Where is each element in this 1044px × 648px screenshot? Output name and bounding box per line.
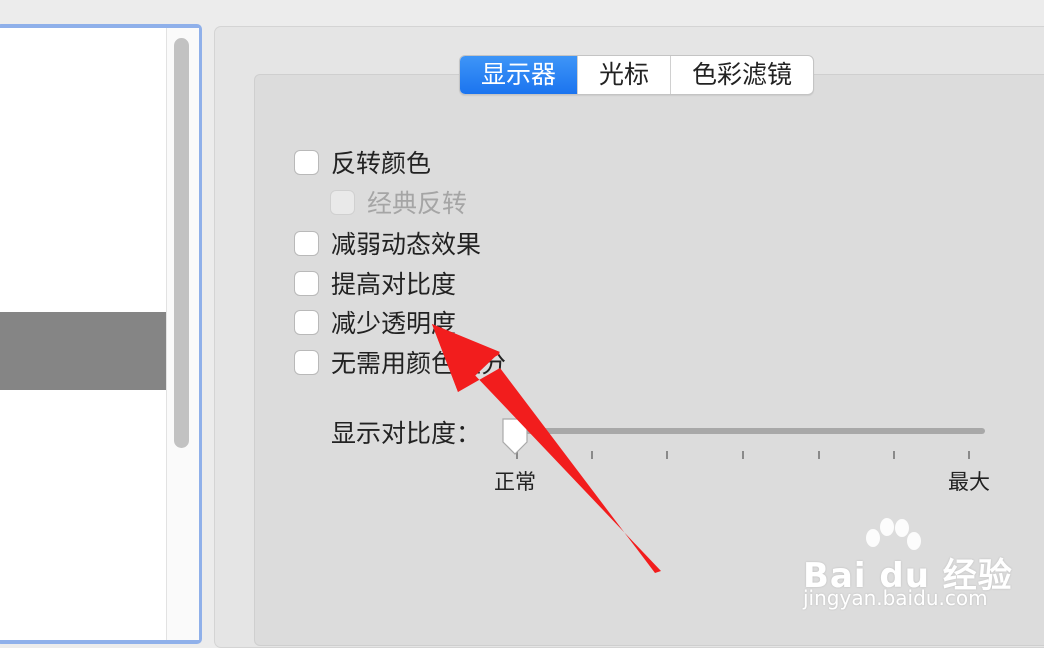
option-reduce-motion[interactable]: 减弱动态效果 [294, 227, 481, 259]
option-invert-colors[interactable]: 反转颜色 [294, 146, 431, 178]
slider-tick [818, 451, 820, 459]
slider-tick [742, 451, 744, 459]
slider-tick [893, 451, 895, 459]
contrast-min-label: 正常 [494, 470, 536, 494]
scrollbar[interactable] [166, 28, 199, 640]
option-reduce-transparency[interactable]: 减少透明度 [294, 306, 456, 338]
slider-tick [968, 451, 970, 459]
contrast-slider-thumb[interactable] [500, 416, 530, 456]
option-label: 经典反转 [367, 189, 468, 218]
selected-category-row[interactable] [0, 312, 166, 390]
option-increase-contrast[interactable]: 提高对比度 [294, 267, 456, 299]
tab-cursor[interactable]: 光标 [577, 56, 670, 94]
category-list-pane [0, 24, 202, 644]
checkbox[interactable] [294, 149, 319, 175]
option-label: 减少透明度 [331, 309, 457, 338]
option-label: 提高对比度 [331, 270, 457, 299]
slider-tick [666, 451, 668, 459]
option-label: 减弱动态效果 [331, 230, 482, 259]
slider-tick [591, 451, 593, 459]
watermark-url: jingyan.baidu.com [803, 586, 988, 610]
checkbox [330, 189, 355, 215]
checkbox[interactable] [294, 270, 319, 296]
checkbox[interactable] [294, 230, 319, 256]
scrollbar-thumb[interactable] [174, 38, 189, 448]
contrast-slider-track[interactable] [511, 428, 985, 434]
option-differentiate-without-color[interactable]: 无需用颜色区分 [294, 346, 506, 378]
option-classic-invert: 经典反转 [330, 186, 467, 218]
contrast-max-label: 最大 [948, 470, 990, 494]
contrast-label: 显示对比度： [331, 419, 482, 448]
checkbox[interactable] [294, 309, 319, 335]
category-list[interactable] [0, 28, 166, 640]
checkbox[interactable] [294, 349, 319, 375]
tab-bar: 显示器 光标 色彩滤镜 [459, 55, 815, 95]
tab-display[interactable]: 显示器 [460, 56, 578, 94]
option-label: 反转颜色 [331, 149, 432, 178]
option-label: 无需用颜色区分 [331, 349, 507, 378]
tab-color-filters[interactable]: 色彩滤镜 [670, 56, 813, 94]
